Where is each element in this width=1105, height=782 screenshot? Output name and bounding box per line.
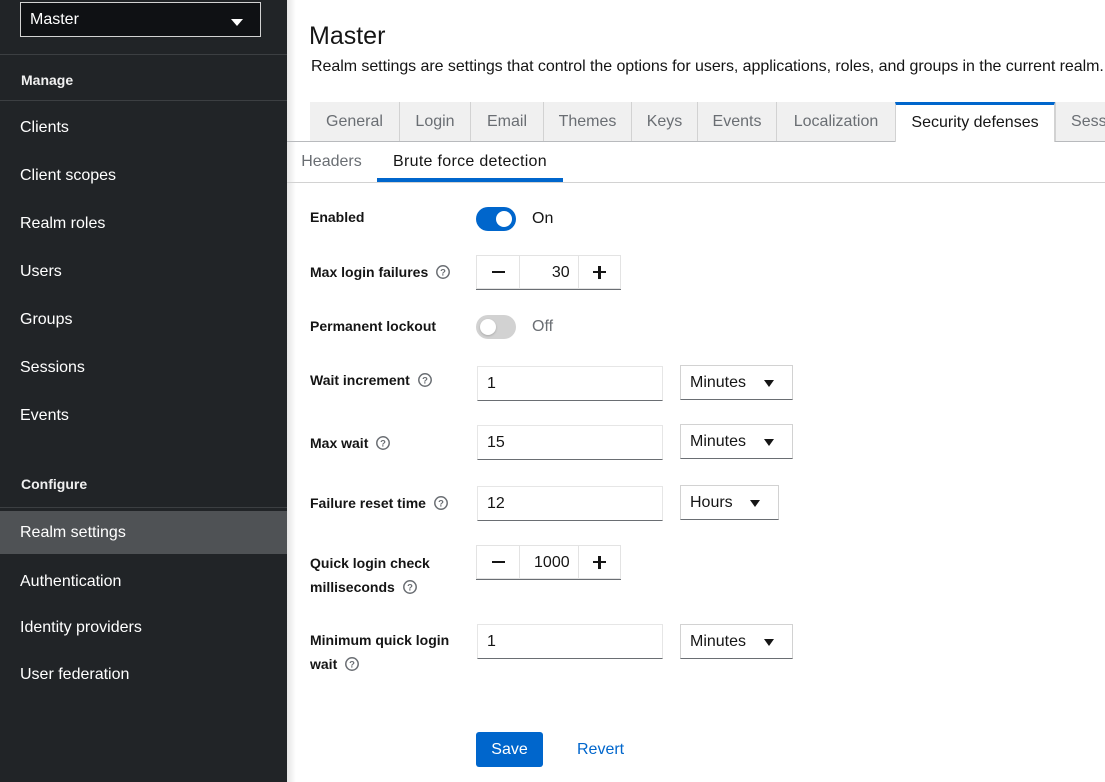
svg-text:?: ? bbox=[380, 438, 386, 449]
svg-text:?: ? bbox=[438, 498, 444, 509]
svg-text:?: ? bbox=[440, 267, 446, 278]
svg-text:?: ? bbox=[349, 659, 355, 670]
svg-text:?: ? bbox=[422, 375, 428, 386]
svg-text:?: ? bbox=[407, 582, 413, 593]
